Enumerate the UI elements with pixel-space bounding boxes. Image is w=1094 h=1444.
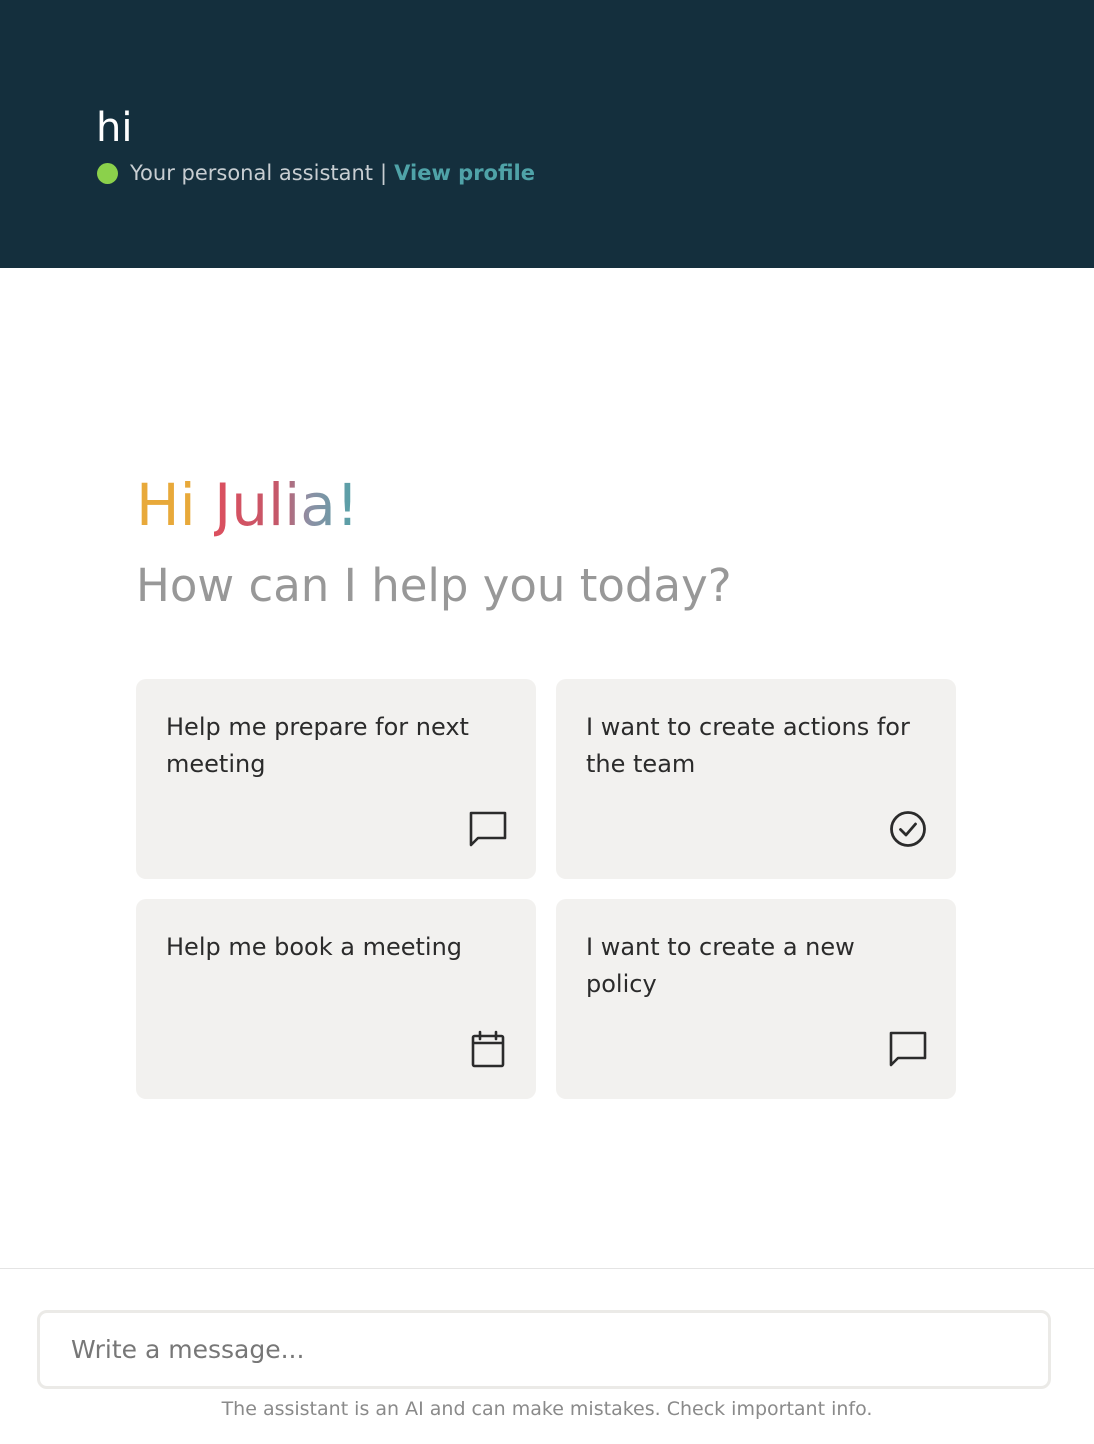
status-text: Your personal assistant (130, 161, 374, 185)
suggestion-card-book-meeting[interactable]: Help me book a meeting (136, 899, 536, 1099)
chat-bubble-icon (888, 1029, 928, 1069)
separator: | (380, 161, 388, 185)
view-profile-link[interactable]: View profile (394, 161, 535, 185)
suggestion-text: Help me prepare for next meeting (166, 713, 469, 778)
assistant-page: hi Your personal assistant | View profil… (0, 0, 1094, 1444)
composer-divider (0, 1268, 1094, 1269)
greeting-hi: Hi (136, 471, 196, 539)
suggestion-card-create-actions[interactable]: I want to create actions for the team (556, 679, 956, 879)
greeting-subtitle: How can I help you today? (136, 559, 732, 612)
suggestion-card-prepare-meeting[interactable]: Help me prepare for next meeting (136, 679, 536, 879)
suggestion-text: I want to create actions for the team (586, 713, 910, 778)
suggestion-text: Help me book a meeting (166, 933, 463, 961)
header: hi Your personal assistant | View profil… (0, 0, 1094, 268)
suggestion-text: I want to create a new policy (586, 933, 855, 998)
message-input[interactable] (40, 1313, 1048, 1386)
greeting-heading: Hi Julia! (136, 470, 359, 540)
check-circle-icon (888, 809, 928, 849)
calendar-icon (468, 1029, 508, 1069)
assistant-title: hi (96, 105, 133, 151)
suggestion-card-create-policy[interactable]: I want to create a new policy (556, 899, 956, 1099)
message-composer (37, 1310, 1051, 1389)
greeting-name: Julia! (214, 471, 360, 539)
ai-disclaimer: The assistant is an AI and can make mist… (221, 1398, 873, 1420)
chat-bubble-icon (468, 809, 508, 849)
status-row: Your personal assistant | View profile (97, 158, 535, 188)
online-status-icon (97, 162, 118, 184)
